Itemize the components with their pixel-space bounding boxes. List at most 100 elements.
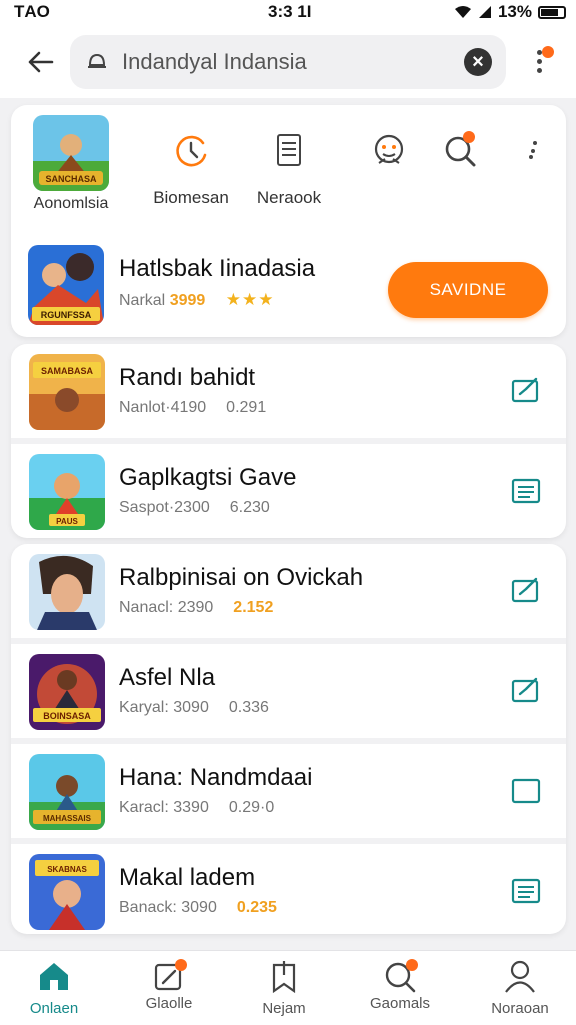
shortcut-game[interactable]: SANCHASA Aonomlsia	[21, 115, 121, 213]
search-input[interactable]: Indandyal Indansia	[122, 49, 307, 75]
more-options-button[interactable]	[523, 135, 543, 165]
edit-check-icon	[511, 577, 539, 603]
game-list-group-1: SAMABASA Randı bahidt Nanlot·4190 0.291 P…	[11, 344, 566, 538]
clear-search-button[interactable]: ×	[464, 48, 492, 76]
game-thumbnail: PAUS	[29, 454, 105, 530]
battery-icon	[538, 5, 566, 19]
edit-action-button[interactable]	[509, 374, 543, 408]
game-title: Ralbpinisai on Ovickah	[119, 564, 364, 591]
back-button[interactable]	[20, 42, 60, 82]
search-alert-button[interactable]	[441, 131, 481, 171]
list-action-button[interactable]	[509, 874, 543, 908]
nav-item-home[interactable]: Onlaen	[4, 959, 104, 1017]
game-thumbnail: SAMABASA	[29, 354, 105, 430]
game-metric: 0.29·0	[228, 799, 275, 816]
featured-sub-label: Narkal	[119, 292, 166, 309]
more-vert-icon	[529, 141, 537, 159]
face-search-button[interactable]	[369, 131, 409, 171]
clock: 3:3 1Ι	[268, 2, 312, 21]
list-icon	[511, 478, 541, 504]
game-meta: Saspot·2300 6.230	[119, 499, 270, 517]
game-metric: 6.230	[229, 499, 270, 516]
game-thumbnail: SANCHASA	[33, 115, 109, 191]
edit-action-button[interactable]	[509, 674, 543, 708]
featured-title[interactable]: Hatlsbak Iinadasia	[119, 255, 315, 283]
featured-meta: Narkal 3999 ★★★	[119, 290, 274, 310]
shortcut-document[interactable]: Neraook	[239, 131, 339, 208]
thumbnail-caption: RGUNFSSA	[41, 310, 92, 320]
edit-check-icon	[511, 677, 539, 703]
empty-box-icon	[511, 778, 541, 804]
person-icon	[505, 960, 535, 993]
game-title: Makal ladem	[119, 864, 256, 891]
search-bar[interactable]: Indandyal Indansia ×	[70, 35, 506, 89]
history-icon	[176, 135, 207, 167]
overflow-menu-button[interactable]	[526, 42, 556, 82]
game-metric: 2.152	[233, 599, 274, 616]
notification-badge	[175, 959, 187, 971]
game-sub-label: Saspot·2300	[119, 499, 210, 516]
game-thumbnail: BOINSASA	[29, 654, 105, 730]
status-icons: 13%	[454, 2, 566, 22]
nav-item-saved[interactable]: Nejam	[234, 959, 334, 1017]
home-icon	[40, 963, 68, 990]
game-meta: Banack: 3090 0.235	[119, 899, 277, 917]
list-item[interactable]: SAMABASA Randı bahidt Nanlot·4190 0.291	[11, 344, 566, 438]
nav-label: Glaolle	[145, 995, 193, 1012]
install-button[interactable]: SAVIDNE	[388, 262, 548, 318]
shortcut-label: Biomesan	[153, 188, 229, 207]
game-title: Hana: Nandmdaai	[119, 764, 313, 791]
search-icon	[88, 53, 106, 68]
game-thumbnail	[29, 554, 105, 630]
header: Indandyal Indansia ×	[0, 26, 576, 98]
game-metric: 0.235	[236, 899, 277, 916]
game-sub-label: Karyal: 3090	[119, 699, 209, 716]
nav-item-edit[interactable]: Glaolle	[119, 959, 219, 1012]
featured-card: SANCHASA Aonomlsia Biomesan Neraook RGUN…	[11, 105, 566, 337]
nav-item-search[interactable]: Gaomals	[350, 959, 450, 1012]
list-item[interactable]: SKABNAS Makal ladem Banack: 3090 0.235	[11, 844, 566, 938]
game-title: Gaplkagtsi Gave	[119, 464, 297, 491]
list-icon	[511, 878, 541, 904]
game-meta: Nanlot·4190 0.291	[119, 399, 266, 417]
list-action-button[interactable]	[509, 474, 543, 508]
carrier-text: ΤAO	[14, 2, 50, 21]
svg-text:MAHASSAIS: MAHASSAIS	[43, 814, 92, 823]
list-item[interactable]: BOINSASA Asfel Nla Karyal: 3090 0.336	[11, 644, 566, 738]
list-item[interactable]: Ralbpinisai on Ovickah Nanacl: 2390 2.152	[11, 544, 566, 638]
bottom-navigation: Onlaen Glaolle Nejam Gaomals Noraoan	[0, 950, 576, 1025]
shortcut-recent[interactable]: Biomesan	[141, 131, 241, 208]
nav-item-profile[interactable]: Noraoan	[470, 959, 570, 1017]
svg-text:PAUS: PAUS	[56, 517, 78, 526]
game-metric: 0.336	[228, 699, 269, 716]
document-icon	[277, 134, 301, 166]
signal-icon	[478, 6, 491, 18]
game-sub-label: Karacl: 3390	[119, 799, 209, 816]
face-scan-icon	[374, 134, 404, 164]
list-item[interactable]: MAHASSAIS Hana: Nandmdaai Karacl: 3390 0.…	[11, 744, 566, 838]
notification-badge	[463, 131, 475, 143]
bookmark-icon	[272, 961, 296, 994]
edit-action-button[interactable]	[509, 574, 543, 608]
svg-text:SKABNAS: SKABNAS	[47, 865, 87, 874]
nav-label: Gaomals	[369, 995, 431, 1012]
rating-stars: ★★★	[225, 290, 275, 309]
wifi-icon	[454, 6, 471, 18]
game-sub-label: Banack: 3090	[119, 899, 217, 916]
status-bar: ΤAO 3:3 1Ι 13%	[0, 0, 576, 26]
game-sub-label: Nanacl: 2390	[119, 599, 214, 616]
shortcut-label: Aonomlsia	[33, 195, 109, 212]
close-icon: ×	[472, 51, 484, 73]
checkbox-action-button[interactable]	[509, 774, 543, 808]
list-item[interactable]: PAUS Gaplkagtsi Gave Saspot·2300 6.230	[11, 444, 566, 538]
back-arrow-icon	[28, 51, 54, 73]
game-meta: Karyal: 3090 0.336	[119, 699, 269, 717]
game-meta: Nanacl: 2390 2.152	[119, 599, 273, 617]
svg-text:SANCHASA: SANCHASA	[45, 174, 97, 184]
game-sub-label: Nanlot·4190	[119, 399, 207, 416]
featured-game-thumbnail[interactable]: RGUNFSSA	[28, 245, 104, 325]
game-list-group-2: Ralbpinisai on Ovickah Nanacl: 2390 2.152…	[11, 544, 566, 934]
shortcut-label: Neraook	[256, 188, 322, 207]
game-metric: 0.291	[226, 399, 267, 416]
nav-label: Noraoan	[491, 1000, 549, 1017]
